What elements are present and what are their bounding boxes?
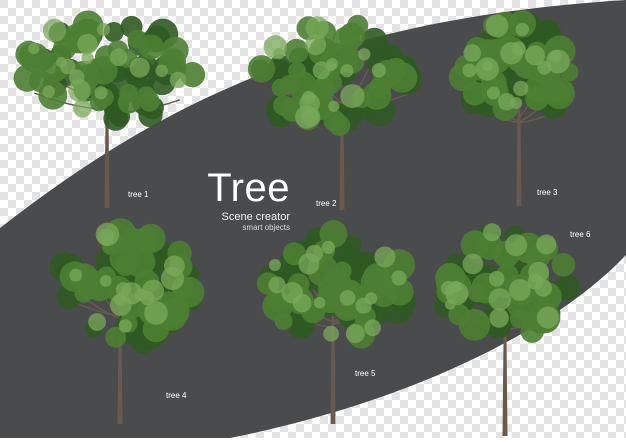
scene-artwork — [0, 0, 626, 438]
title-block: Tree Scene creator smart objects — [150, 168, 290, 233]
scene-canvas: Tree Scene creator smart objects tree 1 … — [0, 0, 626, 438]
subtitle-text: Scene creator — [221, 211, 290, 223]
tree-6-label: tree 6 — [570, 230, 591, 239]
tagline-text: smart objects — [242, 223, 290, 232]
tree-3-label: tree 3 — [537, 188, 558, 197]
title-text: Tree — [207, 166, 290, 210]
tree-4-label: tree 4 — [166, 391, 187, 400]
tree-2-label: tree 2 — [316, 199, 337, 208]
tree-1-label: tree 1 — [128, 190, 149, 199]
tree-5-label: tree 5 — [355, 369, 376, 378]
